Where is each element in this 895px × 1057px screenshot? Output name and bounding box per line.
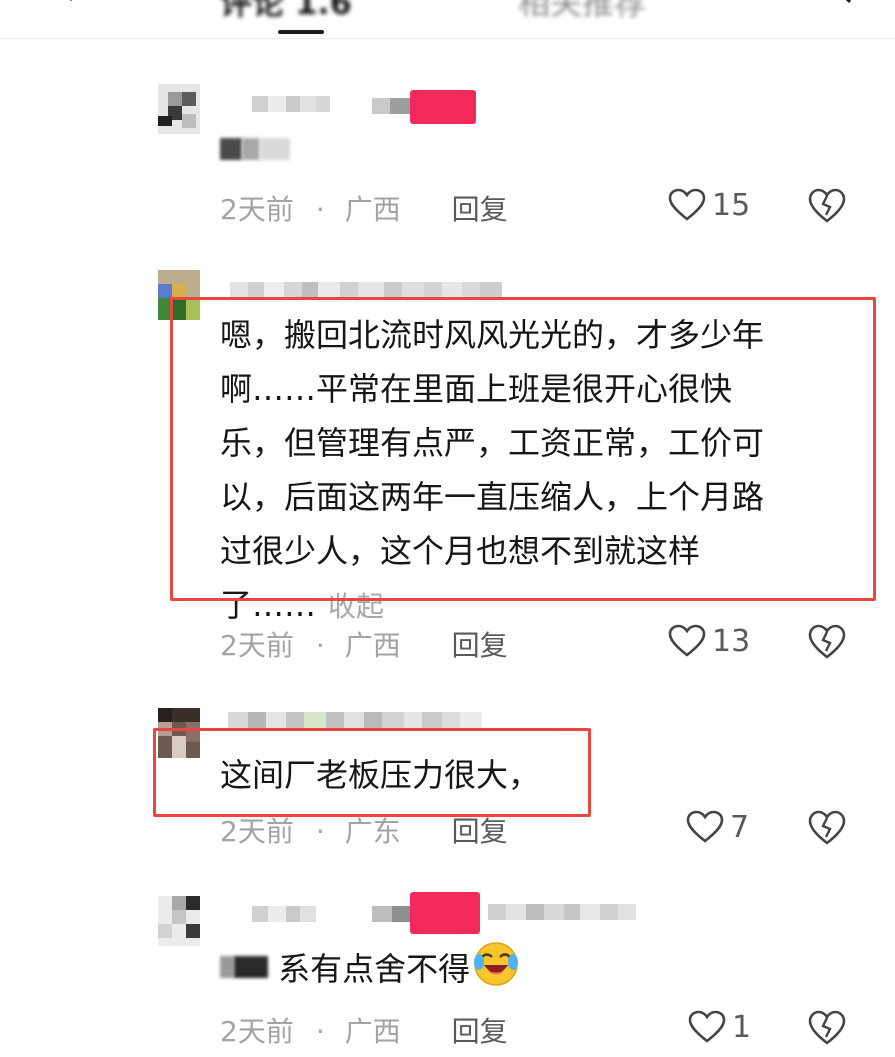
timestamp: 2天前 <box>220 815 294 848</box>
comment-text <box>220 124 290 178</box>
avatar[interactable] <box>158 896 200 946</box>
comment-text: 系有点舍不得 <box>220 940 520 996</box>
username-obscured[interactable] <box>252 96 330 112</box>
badge-obscured <box>372 892 480 934</box>
avatar[interactable] <box>158 84 200 134</box>
comment-meta: 2天前 · 广西 回复 <box>220 1010 508 1050</box>
timestamp: 2天前 <box>220 1015 294 1048</box>
username-obscured[interactable] <box>228 712 482 728</box>
timestamp: 2天前 <box>220 193 294 226</box>
separator-dot: · <box>315 629 325 662</box>
search-icon[interactable] <box>826 0 852 4</box>
highlight-box <box>153 728 591 817</box>
broken-heart-icon[interactable] <box>808 810 846 846</box>
location: 广东 <box>344 815 401 848</box>
like-count: 1 <box>732 1010 752 1045</box>
crying-laughing-emoji <box>474 942 519 986</box>
broken-heart-icon[interactable] <box>808 1010 846 1046</box>
username-obscured[interactable] <box>252 906 316 922</box>
separator-dot: · <box>315 1015 325 1048</box>
reply-button[interactable]: 回复 <box>452 810 508 850</box>
like-count: 7 <box>730 810 750 845</box>
like-count: 15 <box>712 188 751 223</box>
like-count: 13 <box>712 624 751 659</box>
tab-related[interactable]: 相关推荐 <box>518 0 646 24</box>
top-tab-bar: 评论 1.6 相关推荐 <box>0 0 895 39</box>
comment-meta: 2天前 · 广西 回复 <box>220 188 508 228</box>
back-arrow-icon[interactable] <box>56 0 80 2</box>
heart-outline-icon[interactable] <box>668 188 706 222</box>
username-obscured[interactable] <box>230 282 502 298</box>
broken-heart-icon[interactable] <box>808 188 846 224</box>
extra-info-obscured <box>488 904 636 920</box>
reply-button[interactable]: 回复 <box>452 1010 508 1050</box>
comment-meta: 2天前 · 广西 回复 <box>220 624 508 664</box>
timestamp: 2天前 <box>220 629 294 662</box>
location: 广西 <box>344 1015 401 1048</box>
heart-outline-icon[interactable] <box>668 624 706 658</box>
active-tab-indicator <box>278 30 324 34</box>
heart-outline-icon[interactable] <box>686 810 724 844</box>
location: 广西 <box>344 629 401 662</box>
tab-comments[interactable]: 评论 1.6 <box>220 0 352 24</box>
separator-dot: · <box>315 815 325 848</box>
badge-obscured <box>372 90 476 124</box>
highlight-box <box>170 297 876 601</box>
comment-meta: 2天前 · 广东 回复 <box>220 810 508 850</box>
heart-outline-icon[interactable] <box>688 1010 726 1044</box>
reply-button[interactable]: 回复 <box>452 624 508 664</box>
separator-dot: · <box>315 193 325 226</box>
location: 广西 <box>344 193 401 226</box>
reply-button[interactable]: 回复 <box>452 188 508 228</box>
broken-heart-icon[interactable] <box>808 624 846 660</box>
